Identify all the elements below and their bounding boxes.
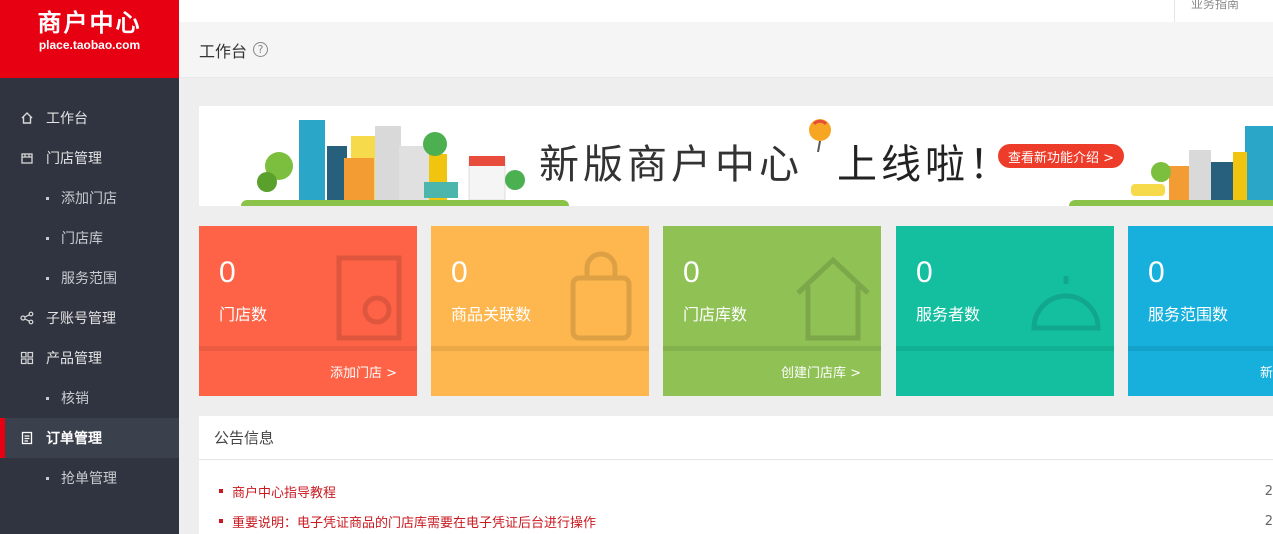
sidebar-item-products[interactable]: 产品管理	[0, 338, 179, 378]
card-divider	[431, 346, 649, 351]
stat-value: 0	[219, 256, 236, 289]
city-illustration-right	[1131, 126, 1273, 200]
store-location-icon	[336, 255, 402, 341]
notice-link[interactable]: 重要说明：电子凭证商品的门店库需要在电子凭证后台进行操作	[232, 512, 596, 531]
stat-label: 服务范围数	[1148, 305, 1229, 324]
share-icon	[20, 311, 34, 325]
view-new-features-button[interactable]: 查看新功能介绍 >	[998, 144, 1125, 168]
bullet-icon	[46, 396, 49, 400]
city-illustration-left	[257, 120, 525, 201]
help-icon[interactable]: ?	[253, 42, 269, 57]
bullet-icon	[46, 236, 49, 240]
order-icon	[20, 431, 34, 445]
page-title: 工作台	[199, 41, 248, 61]
notice-date: 2	[1264, 483, 1273, 499]
page-header: 工作台 ?	[179, 22, 1273, 78]
logo[interactable]: 商户中心 place.taobao.com	[0, 0, 179, 78]
sidebar-item-label: 订单管理	[46, 431, 102, 447]
sidebar-item-label: 抢单管理	[61, 471, 117, 487]
notice-title: 公告信息	[199, 416, 1273, 460]
grid-icon	[20, 351, 34, 365]
stat-value: 0	[683, 256, 700, 289]
bullet-icon	[46, 476, 49, 480]
notice-item[interactable]: 重要说明：电子凭证商品的门店库需要在电子凭证后台进行操作 2	[199, 506, 1273, 534]
banner-headline-part2: 上线啦！	[837, 142, 1013, 188]
sidebar-item-store-library[interactable]: 门店库	[0, 218, 179, 258]
house-icon	[796, 256, 870, 341]
stat-card-product-links[interactable]: 0 商品关联数	[431, 226, 649, 396]
add-service-area-link[interactable]: 新	[1260, 362, 1273, 381]
banner-ground-right	[1069, 200, 1273, 206]
sidebar-item-label: 门店库	[61, 231, 103, 247]
sidebar-nav: 工作台 门店管理 添加门店 门店库 服务范围 子账号管理 产品管理 核销 订单管…	[0, 98, 179, 498]
banner-headline: 新版商户中心 上线啦！	[539, 132, 1013, 190]
banner-ground	[241, 200, 569, 206]
stat-card-store-count[interactable]: 0 门店数 添加门店 >	[199, 226, 417, 396]
promo-banner[interactable]: 新版商户中心 上线啦！ 查看新功能介绍 >	[199, 106, 1273, 206]
logo-title: 商户中心	[37, 9, 142, 37]
notice-panel: 公告信息 商户中心指导教程 2 重要说明：电子凭证商品的门店库需要在电子凭证后台…	[199, 416, 1273, 534]
sidebar-item-label: 服务范围	[61, 271, 117, 287]
sidebar-item-orders[interactable]: 订单管理	[0, 418, 179, 458]
bullet-icon	[46, 276, 49, 280]
stat-value: 0	[916, 256, 933, 289]
sidebar-item-label: 门店管理	[46, 151, 102, 167]
stat-card-service-areas[interactable]: 0 服务范围数 新	[1128, 226, 1273, 396]
sidebar-item-store-management[interactable]: 门店管理	[0, 138, 179, 178]
home-icon	[20, 111, 34, 125]
stat-label: 门店库数	[683, 305, 748, 324]
card-divider	[663, 346, 881, 351]
stat-value: 0	[1148, 256, 1165, 289]
stat-label: 商品关联数	[451, 305, 532, 324]
business-guide-link[interactable]: 业务指南	[1173, 0, 1255, 22]
sidebar-item-label: 子账号管理	[46, 311, 116, 327]
shopping-bag-icon	[570, 251, 632, 341]
service-bell-icon	[1031, 276, 1101, 331]
top-bar: 业务指南	[179, 0, 1273, 22]
stat-label: 服务者数	[916, 305, 981, 324]
store-icon	[20, 151, 34, 165]
sidebar: 商户中心 place.taobao.com 工作台 门店管理 添加门店 门店库 …	[0, 0, 179, 534]
sidebar-item-label: 工作台	[46, 111, 88, 127]
card-divider	[1128, 346, 1273, 351]
banner-headline-part1: 新版商户中心	[539, 142, 803, 188]
sidebar-item-service-area[interactable]: 服务范围	[0, 258, 179, 298]
sidebar-item-verify[interactable]: 核销	[0, 378, 179, 418]
notice-item[interactable]: 商户中心指导教程 2	[199, 476, 1273, 506]
logo-domain: place.taobao.com	[38, 38, 141, 52]
add-store-link[interactable]: 添加门店 >	[330, 362, 397, 381]
sidebar-item-workbench[interactable]: 工作台	[0, 98, 179, 138]
bullet-icon	[219, 519, 223, 523]
sidebar-item-sub-accounts[interactable]: 子账号管理	[0, 298, 179, 338]
create-store-library-link[interactable]: 创建门店库 >	[781, 362, 861, 381]
stat-card-store-library[interactable]: 0 门店库数 创建门店库 >	[663, 226, 881, 396]
card-divider	[896, 346, 1114, 351]
sidebar-item-label: 产品管理	[46, 351, 102, 367]
stat-label: 门店数	[219, 305, 268, 324]
stat-card-service-providers[interactable]: 0 服务者数	[896, 226, 1114, 396]
stat-value: 0	[451, 256, 468, 289]
bullet-icon	[219, 489, 223, 493]
notice-link[interactable]: 商户中心指导教程	[232, 482, 336, 501]
card-divider	[199, 346, 417, 351]
sidebar-item-label: 添加门店	[61, 191, 117, 207]
notice-date: 2	[1264, 513, 1273, 529]
sidebar-item-label: 核销	[61, 391, 89, 407]
sidebar-item-add-store[interactable]: 添加门店	[0, 178, 179, 218]
sidebar-item-grab-orders[interactable]: 抢单管理	[0, 458, 179, 498]
bullet-icon	[46, 196, 49, 200]
